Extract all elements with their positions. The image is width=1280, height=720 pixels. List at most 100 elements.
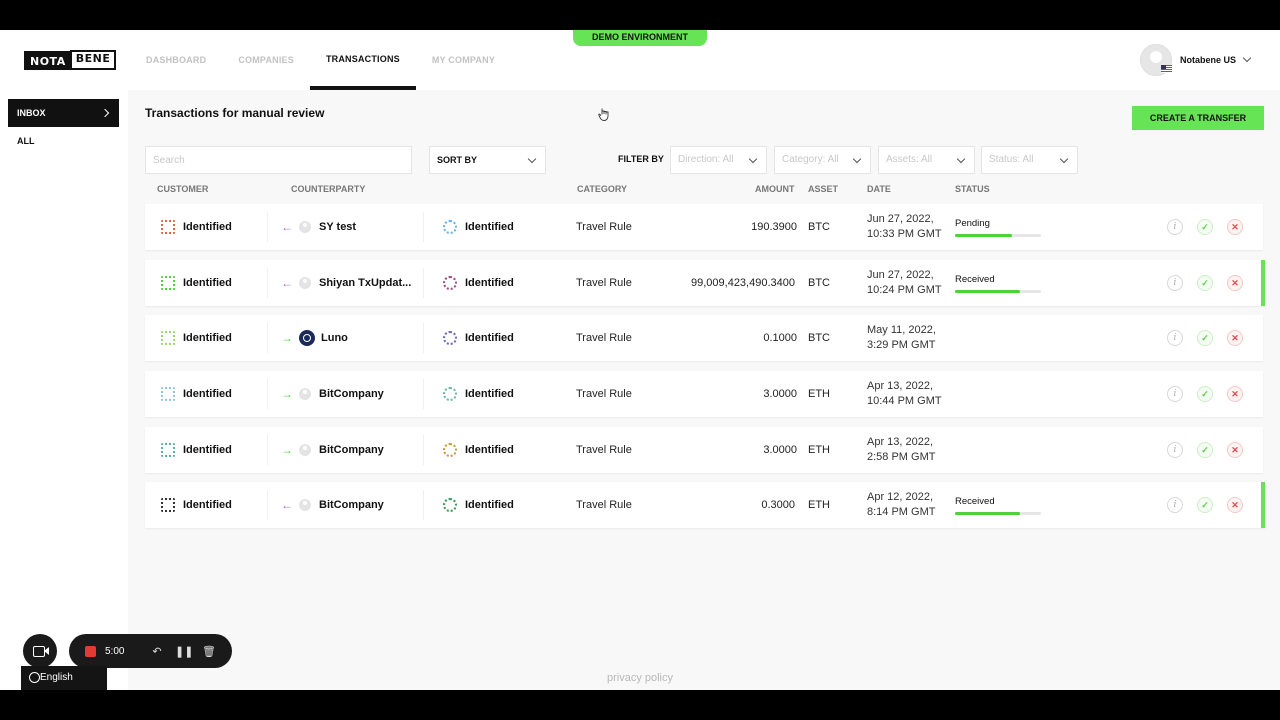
direction-filter[interactable]: Direction: All: [670, 146, 767, 174]
counterparty-name: BitCompany: [319, 499, 384, 511]
counterparty-vasp-icon: [443, 387, 457, 401]
status-cell: Received: [955, 260, 1041, 306]
status-cell: Received: [955, 482, 1041, 528]
customer-cell: Identified: [161, 427, 232, 473]
nav-tab-companies[interactable]: COMPANIES: [222, 30, 310, 90]
undo-icon[interactable]: ↶: [149, 645, 165, 658]
date-line-2: 10:24 PM GMT: [867, 284, 942, 296]
info-icon[interactable]: i: [1167, 386, 1183, 402]
reject-x-icon[interactable]: ✕: [1227, 386, 1243, 402]
amount-cell: 0.1000: [763, 332, 797, 344]
status-label: Received: [955, 495, 995, 507]
category-cell: Travel Rule: [576, 388, 632, 400]
pause-icon[interactable]: ❚❚: [175, 645, 193, 658]
trash-icon[interactable]: 🗑: [201, 645, 217, 658]
divider: [423, 379, 424, 409]
approve-check-icon[interactable]: ✓: [1197, 275, 1213, 291]
info-icon[interactable]: i: [1167, 442, 1183, 458]
asset-cell: ETH: [808, 388, 830, 400]
chevron-right-icon: [100, 108, 110, 118]
reject-x-icon[interactable]: ✕: [1227, 219, 1243, 235]
info-icon[interactable]: i: [1167, 497, 1183, 513]
counterparty-status: Identified: [465, 444, 514, 456]
status-progress-fill: [955, 233, 1012, 237]
approve-check-icon[interactable]: ✓: [1197, 442, 1213, 458]
divider: [267, 435, 268, 465]
table-row[interactable]: Identified → BitCompany Identified Travel Ru…: [145, 371, 1263, 417]
approve-check-icon[interactable]: ✓: [1197, 330, 1213, 346]
counterparty-cell: → Luno: [281, 315, 348, 361]
nav-tab-dashboard[interactable]: DASHBOARD: [130, 30, 222, 90]
camera-icon[interactable]: [23, 634, 57, 668]
table-row[interactable]: Identified → Luno Identified Travel Rule 0.10…: [145, 315, 1263, 361]
counterparty-name: BitCompany: [319, 444, 384, 456]
counterparty-status: Identified: [465, 277, 514, 289]
status-progress-bar: [955, 511, 1041, 515]
counterparty-cell: ← BitCompany: [281, 482, 384, 528]
counterparty-vasp-icon: [443, 276, 457, 290]
direction-out-arrow-icon: →: [281, 331, 293, 345]
counterparty-cell: → BitCompany: [281, 427, 384, 473]
customer-status: Identified: [183, 444, 232, 456]
assets-filter[interactable]: Assets: All: [878, 146, 975, 174]
luno-logo-icon: [299, 330, 315, 346]
create-transfer-button[interactable]: CREATE A TRANSFER: [1132, 106, 1264, 130]
date-line-1: Apr 13, 2022,: [867, 380, 934, 392]
search-input[interactable]: [145, 146, 412, 174]
user-menu[interactable]: Notabene US: [1140, 44, 1252, 76]
nav-tab-transactions[interactable]: TRANSACTIONS: [309, 30, 416, 90]
asset-cell: ETH: [808, 444, 830, 456]
sort-by-dropdown[interactable]: SORT BY: [429, 146, 546, 174]
table-row[interactable]: Identified ← SY test Identified Travel Rule 1…: [145, 204, 1263, 250]
privacy-policy-link[interactable]: privacy policy: [0, 672, 1280, 684]
table-row[interactable]: Identified ← Shiyan TxUpdat... Identified Tr…: [145, 260, 1265, 306]
counterparty-name: SY test: [319, 221, 357, 233]
divider: [423, 268, 424, 298]
status-progress-bar: [955, 233, 1041, 237]
customer-status: Identified: [183, 499, 232, 511]
counterparty-avatar-icon: [299, 277, 311, 289]
divider: [267, 268, 268, 298]
inbox-label: INBOX: [17, 108, 46, 118]
counterparty-status-cell: Identified: [443, 371, 514, 417]
nav-tab-my-company[interactable]: MY COMPANY: [416, 30, 511, 90]
approve-check-icon[interactable]: ✓: [1197, 219, 1213, 235]
sidebar-item-all[interactable]: ALL: [17, 136, 35, 146]
sidebar: INBOX ALL: [0, 90, 128, 690]
chevron-down-icon: [852, 154, 862, 164]
stop-recording-icon[interactable]: [85, 645, 96, 657]
reject-x-icon[interactable]: ✕: [1227, 275, 1243, 291]
approve-check-icon[interactable]: ✓: [1197, 497, 1213, 513]
date-line-2: 10:44 PM GMT: [867, 395, 942, 407]
reject-x-icon[interactable]: ✕: [1227, 497, 1243, 513]
info-icon[interactable]: i: [1167, 219, 1183, 235]
amount-cell: 190.3900: [751, 221, 797, 233]
reject-x-icon[interactable]: ✕: [1227, 442, 1243, 458]
customer-vasp-icon: [161, 443, 175, 457]
customer-cell: Identified: [161, 204, 232, 250]
language-selector[interactable]: English: [21, 666, 107, 690]
customer-vasp-icon: [161, 331, 175, 345]
table-row[interactable]: Identified → BitCompany Identified Travel Ru…: [145, 427, 1263, 473]
divider: [423, 490, 424, 520]
category-filter[interactable]: Category: All: [774, 146, 871, 174]
category-cell: Travel Rule: [576, 444, 632, 456]
approve-check-icon[interactable]: ✓: [1197, 386, 1213, 402]
info-icon[interactable]: i: [1167, 330, 1183, 346]
status-filter[interactable]: Status: All: [981, 146, 1078, 174]
divider: [423, 323, 424, 353]
counterparty-cell: ← Shiyan TxUpdat...: [281, 260, 411, 306]
reject-x-icon[interactable]: ✕: [1227, 330, 1243, 346]
info-icon[interactable]: i: [1167, 275, 1183, 291]
direction-in-arrow-icon: ←: [281, 498, 293, 512]
customer-status: Identified: [183, 388, 232, 400]
customer-status: Identified: [183, 221, 232, 233]
direction-out-arrow-icon: →: [281, 443, 293, 457]
notabene-logo[interactable]: NOTA BENE: [24, 50, 117, 70]
counterparty-status: Identified: [465, 388, 514, 400]
status-progress-fill: [955, 289, 1020, 293]
date-cell: May 11, 2022, 3:29 PM GMT: [867, 315, 936, 361]
table-row[interactable]: Identified ← BitCompany Identified Travel Ru…: [145, 482, 1265, 528]
recording-controls: 5:00 ↶ ❚❚ 🗑: [69, 634, 232, 668]
sidebar-item-inbox[interactable]: INBOX: [8, 99, 119, 127]
